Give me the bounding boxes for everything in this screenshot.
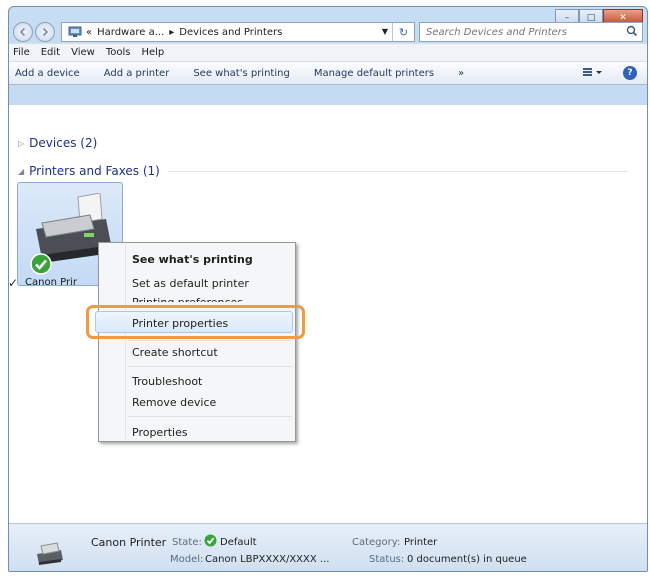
add-device-button[interactable]: Add a device [15,68,80,79]
menu-separator [128,366,292,367]
status-label: Status: [369,554,405,565]
menu-separator [128,416,292,417]
group-devices[interactable]: ▷ Devices (2) [18,136,97,150]
menu-item-set-as-default[interactable]: Set as default printer [132,277,249,290]
status-value: 0 document(s) in queue [407,554,527,565]
group-devices-label: Devices (2) [29,136,98,150]
title-bar: – □ ✕ « Hardware a... ▸ Devices and Prin… [9,7,647,43]
refresh-icon[interactable]: ↻ [392,23,414,41]
menu-separator [128,340,292,341]
menu-bar: File Edit View Tools Help [9,43,647,61]
add-printer-button[interactable]: Add a printer [104,68,170,79]
printer-device-label: Canon Prir [25,277,77,288]
change-view-button[interactable] [583,67,603,80]
model-value: Canon LBPXXXX/XXXX ... [205,554,330,565]
menu-gutter [125,245,126,439]
expanded-arrow-icon[interactable]: ◢ [18,167,24,176]
search-icon[interactable] [626,25,638,37]
menu-item-see-whats-printing[interactable]: See what's printing [132,253,253,266]
details-pane: Canon Printer State: Default Model: Cano… [9,523,647,571]
navigation-row: « Hardware a... ▸ Devices and Printers ▼… [13,21,643,43]
menu-item-create-shortcut[interactable]: Create shortcut [132,346,218,359]
breadcrumb-devices-and-printers[interactable]: Devices and Printers [179,27,282,38]
menu-file[interactable]: File [13,47,30,58]
breadcrumb-separator[interactable]: ▸ [169,27,174,38]
menu-item-properties[interactable]: Properties [132,426,188,439]
breadcrumb-hardware[interactable]: Hardware a... [97,27,164,38]
address-bar[interactable]: « Hardware a... ▸ Devices and Printers ▼… [61,22,415,42]
help-button[interactable]: ? [623,66,637,80]
more-commands-button[interactable]: » [458,68,464,79]
menu-item-remove-device[interactable]: Remove device [132,396,216,409]
forward-button[interactable] [35,22,55,42]
group-printers-label: Printers and Faxes (1) [29,164,160,178]
default-check-icon [204,534,217,547]
command-bar: Add a device Add a printer See what's pr… [9,61,647,85]
menu-edit[interactable]: Edit [41,47,60,58]
back-button[interactable] [13,22,33,42]
default-printer-check-icon [30,253,52,275]
state-label: State: [172,537,202,548]
group-printers-and-faxes[interactable]: ◢ Printers and Faxes (1) [18,164,628,178]
menu-help[interactable]: Help [141,47,164,58]
context-menu [98,242,296,442]
search-input[interactable] [426,26,596,38]
menu-view[interactable]: View [71,47,95,58]
details-printer-name: Canon Printer [91,536,167,549]
state-value: Default [220,537,257,548]
callout-highlight-ring [86,305,305,339]
model-label: Model: [170,554,204,565]
menu-tools[interactable]: Tools [106,47,131,58]
category-label: Category: [352,537,401,548]
manage-default-printers-button[interactable]: Manage default printers [314,68,434,79]
back-arrow-icon [19,27,26,37]
category-value: Printer [404,537,438,548]
address-dropdown-icon[interactable]: ▼ [382,27,388,36]
search-box[interactable] [419,22,643,42]
breadcrumb-overflow[interactable]: « [86,27,92,38]
menu-item-printing-preferences[interactable]: Printing preferences [132,296,243,302]
printer-small-icon [37,542,63,565]
forward-arrow-icon [42,27,49,37]
menu-item-troubleshoot[interactable]: Troubleshoot [132,375,202,388]
control-panel-icon [68,26,82,37]
view-options-icon [583,68,602,76]
checkmark-icon: ✓ [8,276,19,290]
see-whats-printing-button[interactable]: See what's printing [193,68,290,79]
group-divider [167,170,628,172]
collapsed-arrow-icon[interactable]: ▷ [18,139,24,148]
